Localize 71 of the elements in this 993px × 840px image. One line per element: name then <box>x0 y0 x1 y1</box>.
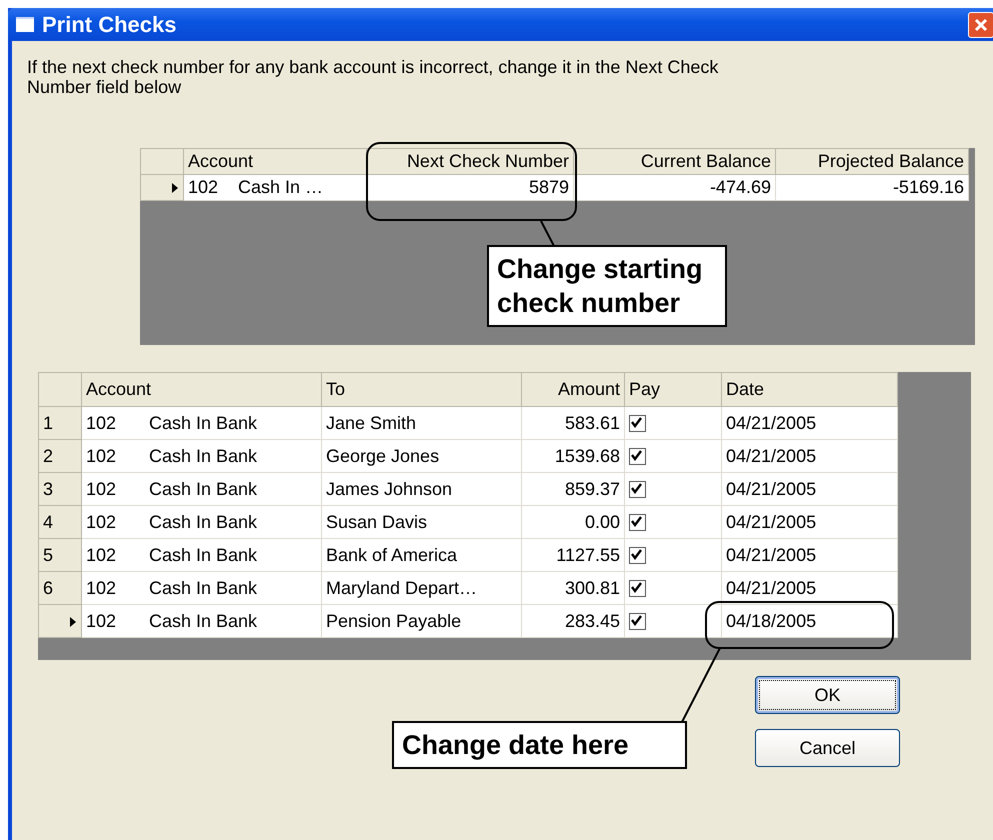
column-header[interactable]: Pay <box>624 372 722 406</box>
table-cell: James Johnson <box>322 472 522 506</box>
row-number: 4 <box>43 512 54 532</box>
table-cell: 04/21/2005 <box>722 406 898 440</box>
table-cell: 283.45 <box>522 604 624 638</box>
column-header[interactable]: Current Balance <box>574 148 776 174</box>
account-number: 102 <box>188 177 220 198</box>
account-name: Cash In Bank <box>149 512 258 532</box>
instructions-text: If the next check number for any bank account is incorrect, change it in the Next Check Number field below <box>27 57 720 97</box>
column-header[interactable]: To <box>322 372 522 406</box>
table-cell: 583.61 <box>522 406 624 440</box>
table-cell: 0.00 <box>522 506 624 538</box>
column-header[interactable]: Amount <box>522 372 624 406</box>
table-cell: 04/21/2005 <box>722 506 898 538</box>
account-name: Cash In Bank <box>149 478 258 498</box>
pay-checkbox[interactable] <box>629 580 646 598</box>
account-name: Cash In Bank <box>149 578 258 598</box>
callout-label: Change starting check number <box>487 245 727 327</box>
table-cell: 1539.68 <box>522 440 624 472</box>
pay-checkbox[interactable] <box>629 481 646 498</box>
table-cell: Bank of America <box>322 538 522 572</box>
table-cell: -474.69 <box>574 174 776 200</box>
table-cell: 1127.55 <box>522 538 624 572</box>
callout-label: Change date here <box>392 721 687 769</box>
account-name: Cash In Bank <box>149 446 258 466</box>
close-button[interactable] <box>968 12 993 38</box>
row-number: 1 <box>43 412 54 432</box>
dialog-button[interactable]: OK <box>755 676 900 714</box>
pay-checkbox[interactable] <box>629 514 646 532</box>
table-cell: 04/21/2005 <box>722 538 898 572</box>
column-header[interactable]: Account <box>184 148 366 174</box>
account-number: 102 <box>86 578 118 598</box>
table-cell: Jane Smith <box>322 406 522 440</box>
table-cell: George Jones <box>322 440 522 472</box>
dialog-button[interactable]: Cancel <box>755 729 900 767</box>
account-name: Cash In Bank <box>149 544 258 564</box>
account-number: 102 <box>86 412 118 434</box>
column-header[interactable]: Account <box>82 372 322 406</box>
account-number: 102 <box>86 610 118 632</box>
pay-checkbox[interactable] <box>629 448 646 466</box>
column-header[interactable]: Date <box>722 372 898 406</box>
table-cell: 859.37 <box>522 472 624 506</box>
account-number: 102 <box>86 446 118 466</box>
table-cell: -5169.16 <box>776 174 968 200</box>
table-cell: 04/21/2005 <box>722 440 898 472</box>
pay-checkbox[interactable] <box>629 547 646 564</box>
column-header[interactable]: Projected Balance <box>776 148 968 174</box>
account-number: 102 <box>86 478 118 500</box>
table-cell: 04/21/2005 <box>722 572 898 604</box>
account-name: Cash In … <box>238 177 324 197</box>
account-name: Cash In Bank <box>149 610 258 630</box>
account-name: Cash In Bank <box>149 412 258 432</box>
account-number: 102 <box>86 512 118 532</box>
window-icon <box>16 17 34 32</box>
table-cell: Pension Payable <box>322 604 522 638</box>
row-number: 3 <box>43 478 54 498</box>
table-cell: 5879 <box>366 174 574 200</box>
table-cell: 04/18/2005 <box>722 604 898 638</box>
row-number: 5 <box>43 544 54 564</box>
pay-checkbox[interactable] <box>629 613 646 630</box>
table-cell: 300.81 <box>522 572 624 604</box>
close-icon[interactable] <box>973 16 989 32</box>
row-number: 6 <box>43 578 54 598</box>
column-header[interactable]: Next Check Number <box>366 148 574 174</box>
table-cell: 04/21/2005 <box>722 472 898 506</box>
table-cell: Maryland Depart… <box>322 572 522 604</box>
table-cell: Susan Davis <box>322 506 522 538</box>
window-title: Print Checks <box>42 12 178 38</box>
row-number: 2 <box>43 446 54 466</box>
pay-checkbox[interactable] <box>629 415 646 432</box>
account-number: 102 <box>86 544 118 566</box>
